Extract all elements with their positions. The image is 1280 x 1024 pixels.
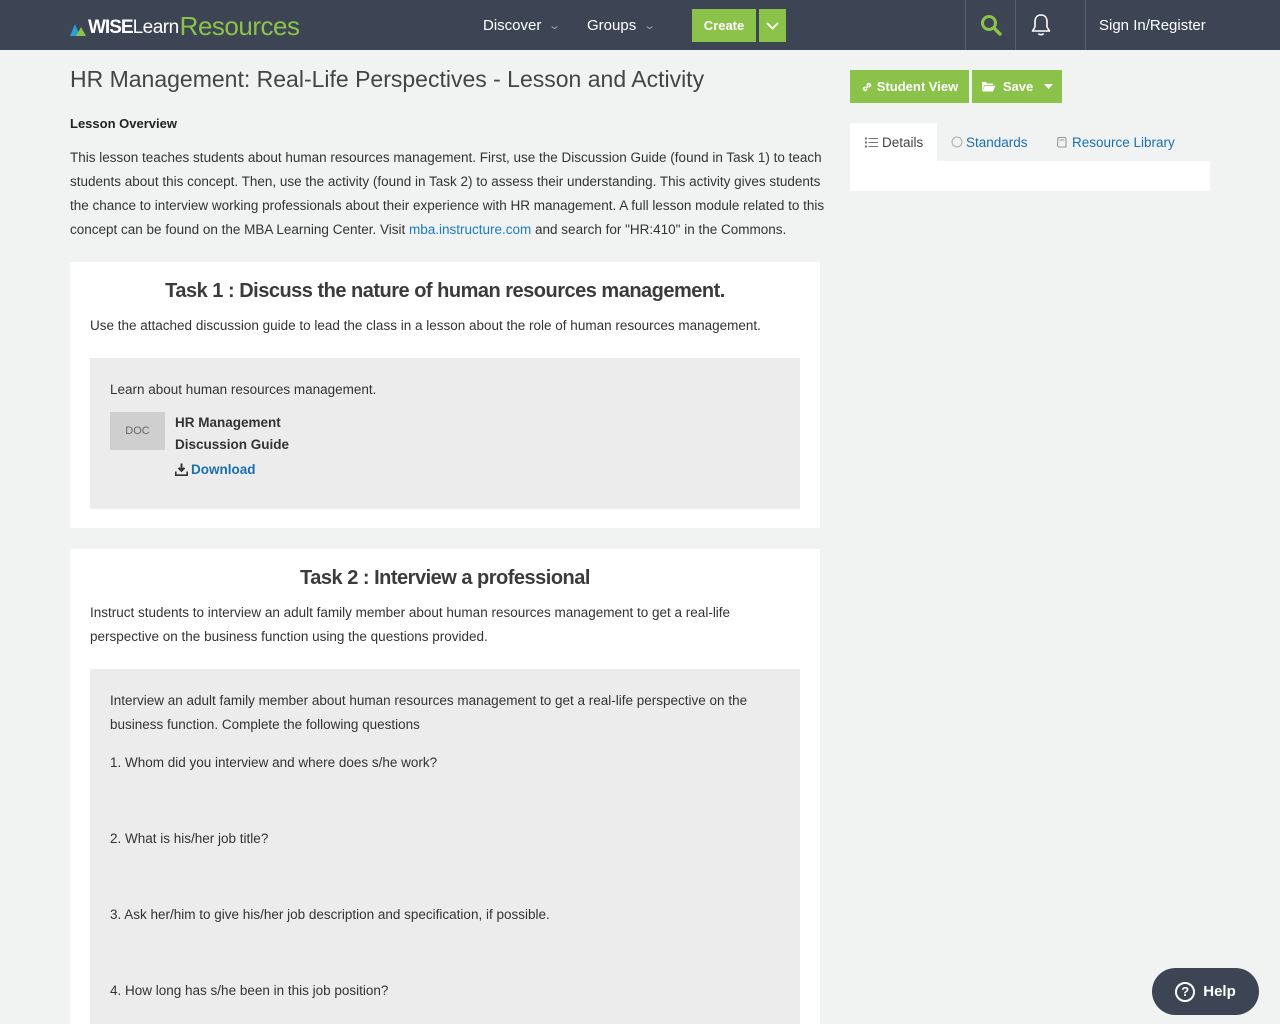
download-icon (175, 463, 188, 476)
help-label: Help (1203, 983, 1236, 1000)
bell-icon (1031, 14, 1051, 36)
logo-mark-icon (70, 22, 86, 36)
nav-groups-label: Groups (587, 16, 637, 34)
question-item: 2. What is his/her job title? (110, 831, 269, 846)
caret-down-icon (1044, 84, 1054, 89)
question-item: 1. Whom did you interview and where does… (110, 755, 438, 770)
overview-text-part-2: and search for "HR:410" in the Commons. (531, 222, 787, 237)
task-1-box-text: Learn about human resources management. (110, 382, 377, 397)
task-2-card: Task 2 : Interview a professional Instru… (70, 549, 820, 1024)
doc-file-icon[interactable]: DOC (110, 412, 165, 450)
tab-details-label: Details (882, 134, 924, 150)
notifications-button[interactable] (1016, 0, 1066, 50)
task-1-title: Task 1 : Discuss the nature of human res… (165, 280, 725, 302)
task-2-box-text: Interview an adult family member about h… (110, 693, 748, 732)
doc-title[interactable]: HR Management Discussion Guide (175, 412, 315, 456)
mba-instructure-link[interactable]: mba.instructure.com (409, 222, 531, 237)
save-label: Save (1002, 79, 1034, 94)
logo-learn-text: Learn (132, 17, 180, 38)
task-1-resource-box: Learn about human resources management. … (90, 358, 800, 509)
chevron-down-icon: ⌄ (548, 19, 562, 32)
create-button[interactable]: Create (692, 9, 756, 42)
student-view-label: Student View (876, 79, 959, 94)
download-link[interactable]: Download (175, 462, 256, 477)
book-icon (1056, 136, 1067, 148)
question-circle-icon: ? (1175, 981, 1196, 1002)
lesson-overview-text: This lesson teaches students about human… (70, 146, 826, 242)
top-navigation-bar: WISE Learn Resources Discover ⌄ Groups ⌄… (0, 0, 1280, 50)
sign-in-register-link[interactable]: Sign In/Register (1099, 0, 1206, 50)
tab-resource-library[interactable]: Resource Library (1056, 123, 1175, 161)
logo-wise-text: WISE (88, 17, 134, 38)
page-title: HR Management: Real-Life Perspectives - … (70, 66, 705, 92)
nav-discover-label: Discover (483, 16, 542, 34)
list-icon (865, 137, 878, 147)
task-2-activity-box: Interview an adult family member about h… (90, 669, 800, 1024)
help-button[interactable]: ? Help (1152, 968, 1259, 1015)
nav-discover[interactable]: Discover ⌄ (483, 0, 562, 50)
create-dropdown-button[interactable] (759, 9, 786, 42)
search-button[interactable] (966, 0, 1016, 50)
tab-standards[interactable]: Standards (951, 123, 1028, 161)
download-label: Download (191, 462, 256, 477)
sidebar-tabs-panel: Details Standards Resource Library (850, 123, 1210, 191)
task-2-title: Task 2 : Interview a professional (300, 567, 590, 589)
logo-resources-text: Resources (179, 11, 300, 41)
save-button[interactable]: Save (972, 70, 1062, 103)
search-icon (981, 15, 1002, 36)
student-view-button[interactable]: Student View (850, 70, 969, 103)
tab-content (850, 161, 1210, 191)
question-item: 4. How long has s/he been in this job po… (110, 983, 389, 998)
circle-icon (951, 136, 963, 148)
tab-standards-label: Standards (966, 134, 1028, 150)
question-item: 3. Ask her/him to give his/her job descr… (110, 907, 550, 922)
tab-details[interactable]: Details (850, 123, 937, 161)
chevron-down-icon: ⌄ (643, 19, 657, 32)
task-2-description: Instruct students to interview an adult … (90, 605, 731, 644)
folder-open-icon (981, 82, 996, 92)
chevron-down-icon (766, 21, 779, 30)
tab-resource-library-label: Resource Library (1072, 134, 1175, 150)
task-1-card: Task 1 : Discuss the nature of human res… (70, 262, 820, 528)
wiselearn-logo[interactable]: WISE Learn Resources (70, 11, 300, 41)
link-icon (862, 82, 872, 91)
nav-divider (1085, 0, 1086, 50)
task-1-description: Use the attached discussion guide to lea… (90, 318, 761, 333)
nav-groups[interactable]: Groups ⌄ (587, 0, 657, 50)
lesson-overview-heading: Lesson Overview (70, 116, 177, 131)
